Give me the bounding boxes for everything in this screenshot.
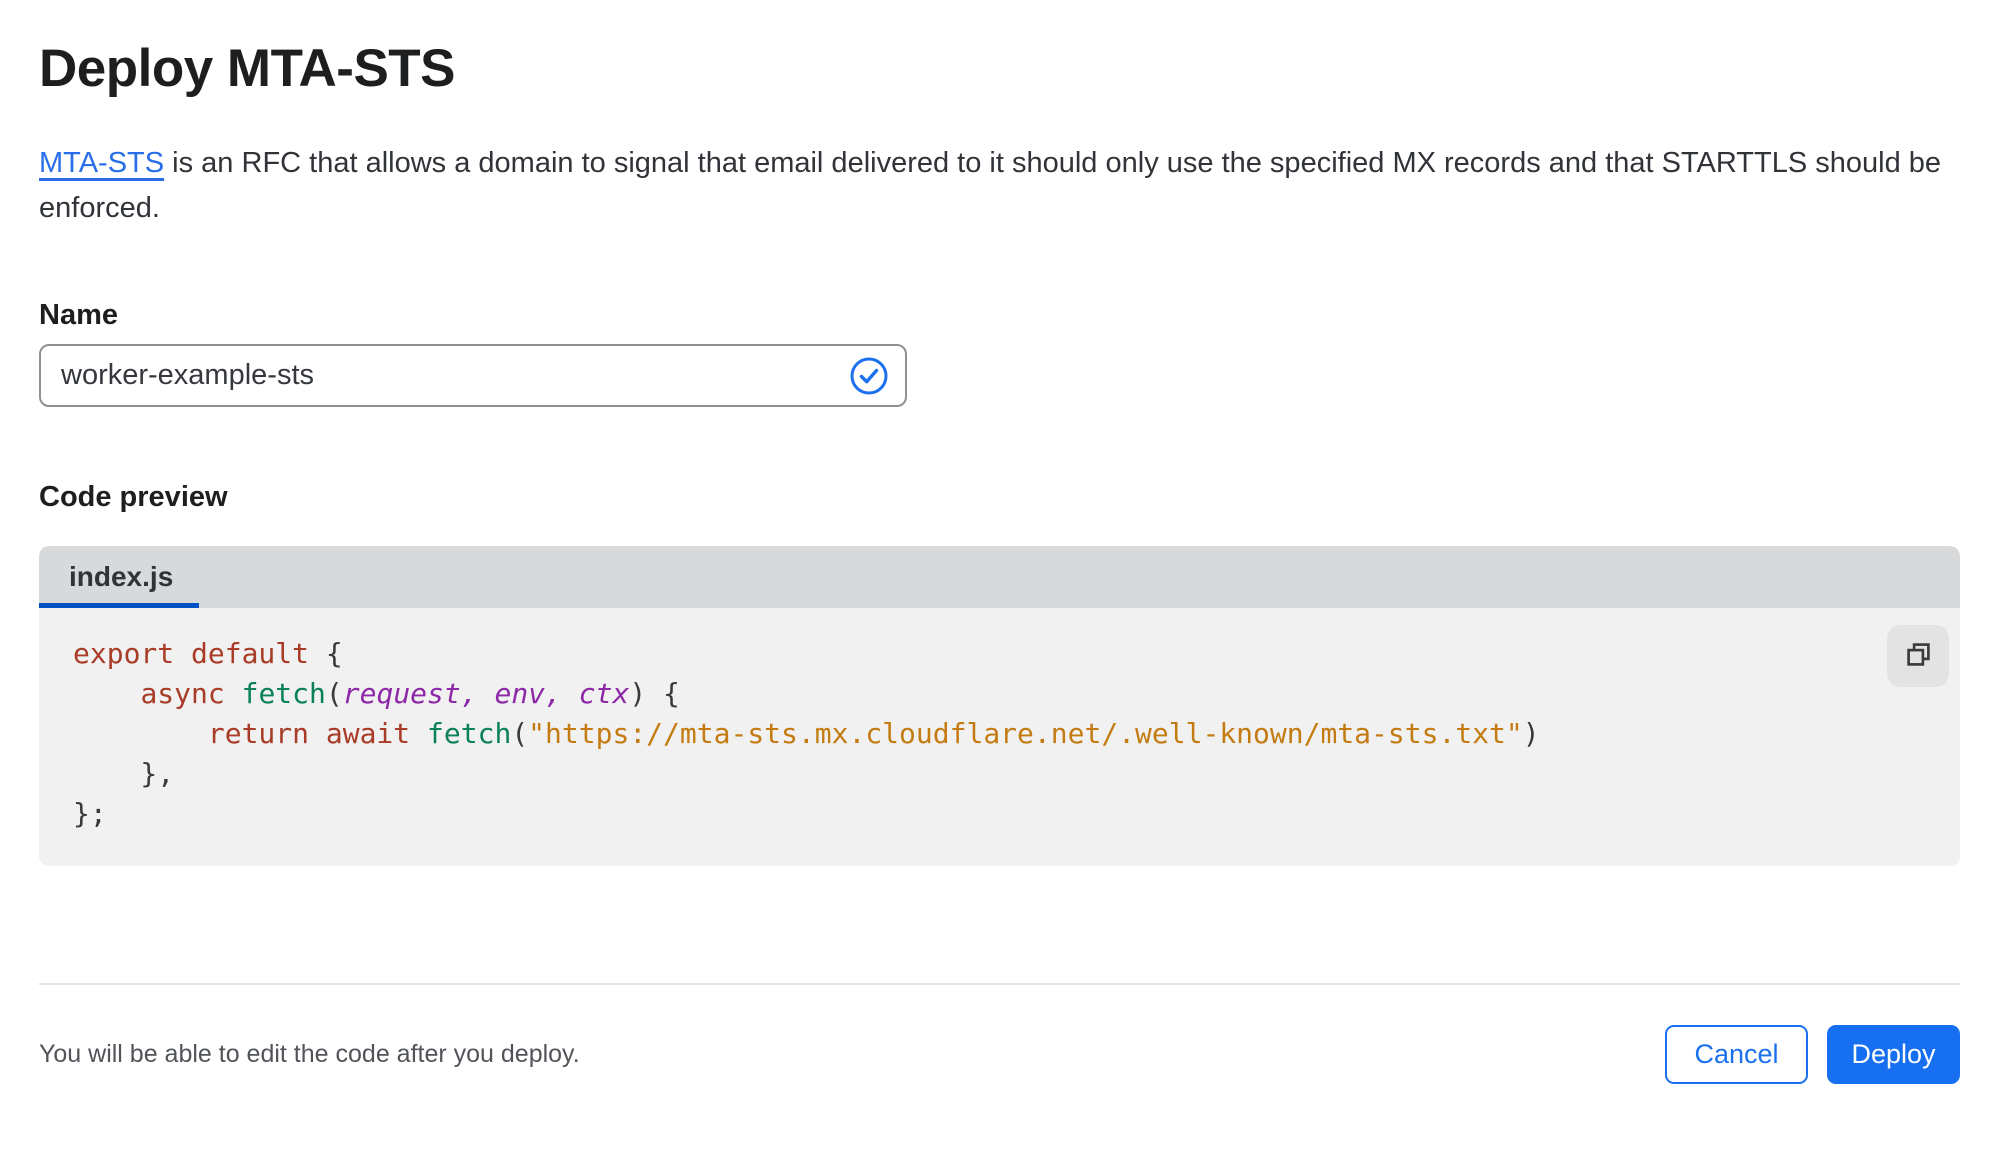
- description-text: is an RFC that allows a domain to signal…: [39, 147, 1942, 224]
- deploy-mta-sts-page: Deploy MTA-STS MTA-STS is an RFC that al…: [0, 38, 1999, 1084]
- check-circle-icon: [849, 356, 889, 396]
- page-title: Deploy MTA-STS: [39, 39, 456, 98]
- description: MTA-STS is an RFC that allows a domain t…: [39, 141, 1944, 231]
- code-tab-bar: index.js: [39, 546, 1960, 608]
- footer-note: You will be able to edit the code after …: [39, 1040, 580, 1068]
- cancel-button[interactable]: Cancel: [1665, 1025, 1808, 1084]
- tab-label: index.js: [69, 561, 174, 592]
- code-content: export default { async fetch(request, en…: [73, 637, 1540, 830]
- tab-index-js[interactable]: index.js: [39, 546, 203, 608]
- mta-sts-link[interactable]: MTA-STS: [39, 147, 164, 179]
- footer-divider: [39, 983, 1960, 985]
- footer-actions: Cancel Deploy: [1665, 1025, 1960, 1084]
- code-preview-block: index.js export default { async fetch(re…: [39, 546, 1960, 866]
- name-input[interactable]: [39, 344, 907, 407]
- code-preview-label: Code preview: [39, 481, 228, 513]
- deploy-button[interactable]: Deploy: [1827, 1025, 1960, 1084]
- copy-code-button[interactable]: [1887, 625, 1949, 687]
- copy-icon: [1902, 638, 1935, 674]
- name-label: Name: [39, 299, 118, 331]
- code-editor: export default { async fetch(request, en…: [39, 608, 1960, 866]
- footer: You will be able to edit the code after …: [39, 1025, 1960, 1084]
- name-input-wrap: [39, 344, 907, 407]
